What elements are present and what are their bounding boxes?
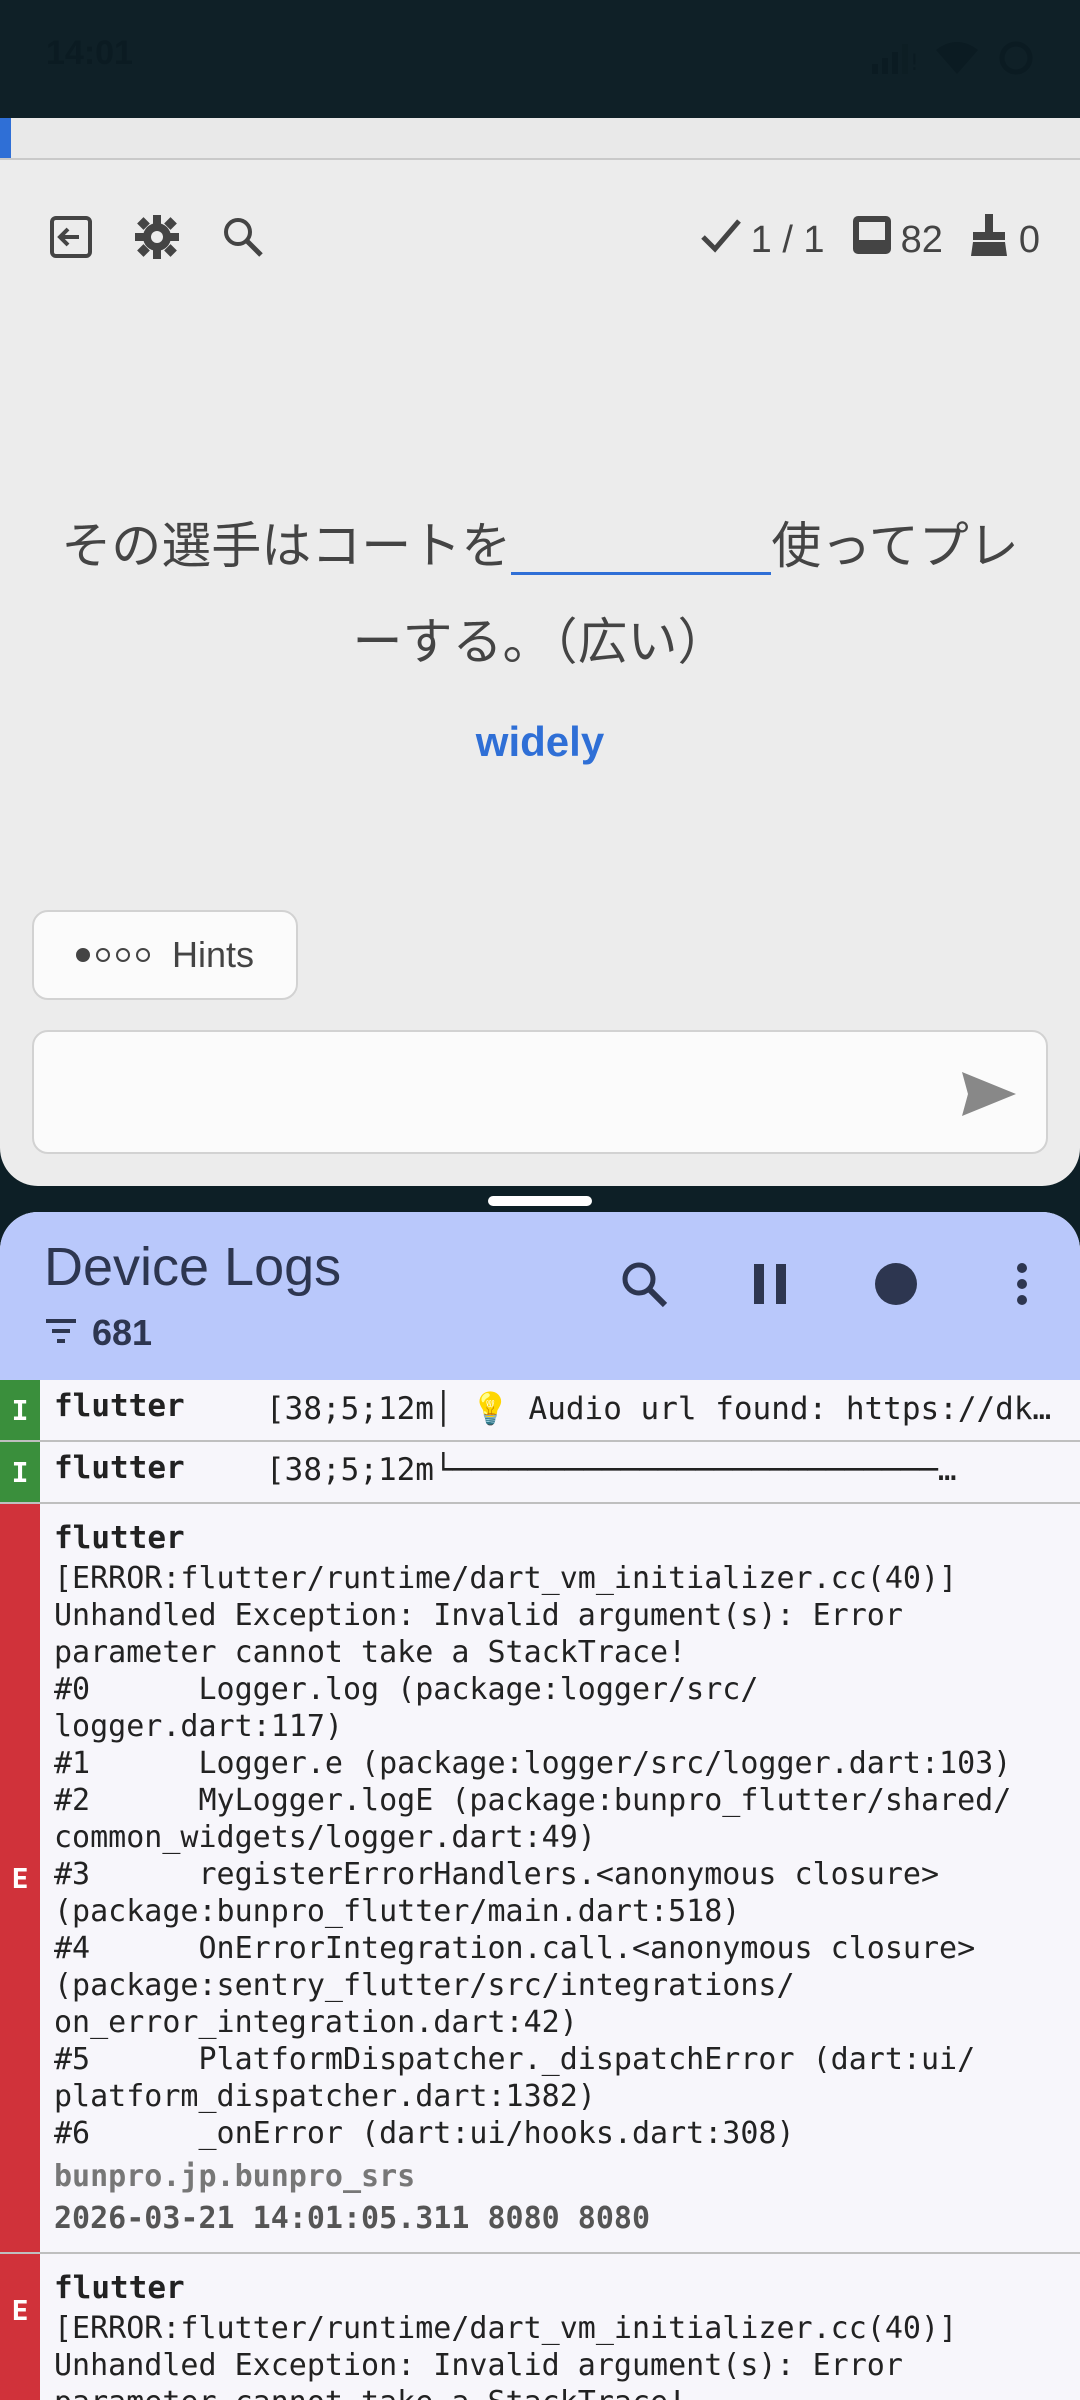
log-tag: flutter — [54, 1388, 185, 1424]
more-options-icon[interactable] — [994, 1256, 1050, 1312]
stat-reviews: 82 — [851, 214, 943, 266]
log-level-badge: E — [0, 2254, 40, 2400]
log-message: [38;5;12m│ 💡 Audio url found: https://dk… — [266, 1391, 1052, 1427]
log-tag: flutter — [54, 2270, 185, 2306]
filter-icon — [44, 1312, 78, 1354]
log-list[interactable]: I flutter [38;5;12m│ 💡 Audio url found: … — [0, 1380, 1080, 2400]
send-icon[interactable] — [958, 1064, 1018, 1124]
hint-dot — [95, 948, 110, 962]
split-screen-handle[interactable] — [488, 1196, 592, 1206]
log-meta: 2026-03-21 14:01:05.311 8080 8080 — [54, 2201, 651, 2236]
hint-dot — [135, 948, 150, 962]
hints-label: Hints — [171, 934, 255, 975]
pause-icon[interactable] — [742, 1256, 798, 1312]
broom-icon — [969, 214, 1011, 266]
answer-blank — [511, 512, 772, 575]
stat-reviews-value: 82 — [900, 218, 943, 261]
wifi-icon — [934, 40, 980, 80]
answer-input[interactable] — [64, 1052, 948, 1134]
log-entry[interactable]: E flutter [ERROR:flutter/runtime/dart_vm… — [0, 1504, 1080, 2254]
search-icon[interactable] — [220, 214, 266, 260]
check-icon — [699, 215, 743, 265]
log-level-badge: I — [0, 1380, 40, 1440]
log-entry[interactable]: E flutter [ERROR:flutter/runtime/dart_vm… — [0, 2254, 1080, 2400]
review-toolbar — [48, 214, 266, 260]
stat-done: 1 / 1 — [699, 215, 825, 265]
answer-box — [32, 1030, 1048, 1154]
review-pane: 1 / 1 82 0 その選手はコートを 使ってプレーする。（広い） widely… — [0, 118, 1080, 1186]
log-entry[interactable]: I flutter [38;5;12m└────────────────────… — [0, 1442, 1080, 1504]
status-bar: 14:01 ! — [0, 0, 1080, 118]
record-icon[interactable] — [868, 1256, 924, 1312]
logs-header: Device Logs 681 — [0, 1212, 1080, 1380]
stat-cleared-value: 0 — [1018, 218, 1040, 261]
log-message: [ERROR:flutter/runtime/dart_vm_initializ… — [54, 2311, 958, 2400]
review-progress-fill — [0, 118, 11, 158]
inbox-icon — [851, 214, 893, 266]
logs-filter[interactable]: 681 — [44, 1312, 152, 1354]
hints-button[interactable]: Hints — [32, 910, 298, 1000]
log-message: [38;5;12m└──────────────────────────… — [266, 1452, 957, 1488]
logs-count-value: 681 — [92, 1312, 153, 1353]
log-body: flutter [ERROR:flutter/runtime/dart_vm_i… — [0, 1504, 1080, 2252]
log-level-badge: I — [0, 1442, 40, 1502]
hint-dot — [75, 948, 90, 962]
svg-text:!: ! — [910, 51, 918, 76]
status-icons: ! — [870, 38, 1036, 82]
translation-hint: widely — [475, 718, 605, 765]
exit-icon[interactable] — [48, 214, 94, 260]
log-level-badge: E — [0, 1504, 40, 2252]
device-logs-pane: Device Logs 681 I flutter [38;5;12m│ 💡 A… — [0, 1212, 1080, 2400]
log-message: [ERROR:flutter/runtime/dart_vm_initializ… — [54, 1561, 1012, 2151]
review-progress-bar — [0, 118, 1080, 160]
logs-search-icon[interactable] — [616, 1256, 672, 1312]
status-time: 14:01 — [46, 34, 133, 72]
logs-actions — [616, 1256, 1050, 1312]
signal-icon: ! — [870, 40, 919, 80]
stat-cleared: 0 — [969, 214, 1040, 266]
sentence-before: その選手はコートを — [61, 517, 512, 575]
stat-done-value: 1 / 1 — [750, 218, 825, 261]
log-tag: flutter — [54, 1450, 185, 1486]
question-sentence: その選手はコートを 使ってプレーする。（広い） — [40, 498, 1040, 690]
hint-level-dots — [75, 948, 150, 962]
log-tag: flutter — [54, 1520, 185, 1556]
log-entry[interactable]: I flutter [38;5;12m│ 💡 Audio url found: … — [0, 1380, 1080, 1442]
battery-icon — [996, 38, 1036, 82]
gear-icon[interactable] — [134, 214, 180, 260]
review-stats: 1 / 1 82 0 — [699, 214, 1040, 266]
logs-title: Device Logs — [44, 1237, 342, 1297]
log-package: bunpro.jp.bunpro_srs — [54, 2159, 416, 2194]
log-body: flutter [ERROR:flutter/runtime/dart_vm_i… — [0, 2254, 1080, 2400]
hint-dot — [115, 948, 130, 962]
